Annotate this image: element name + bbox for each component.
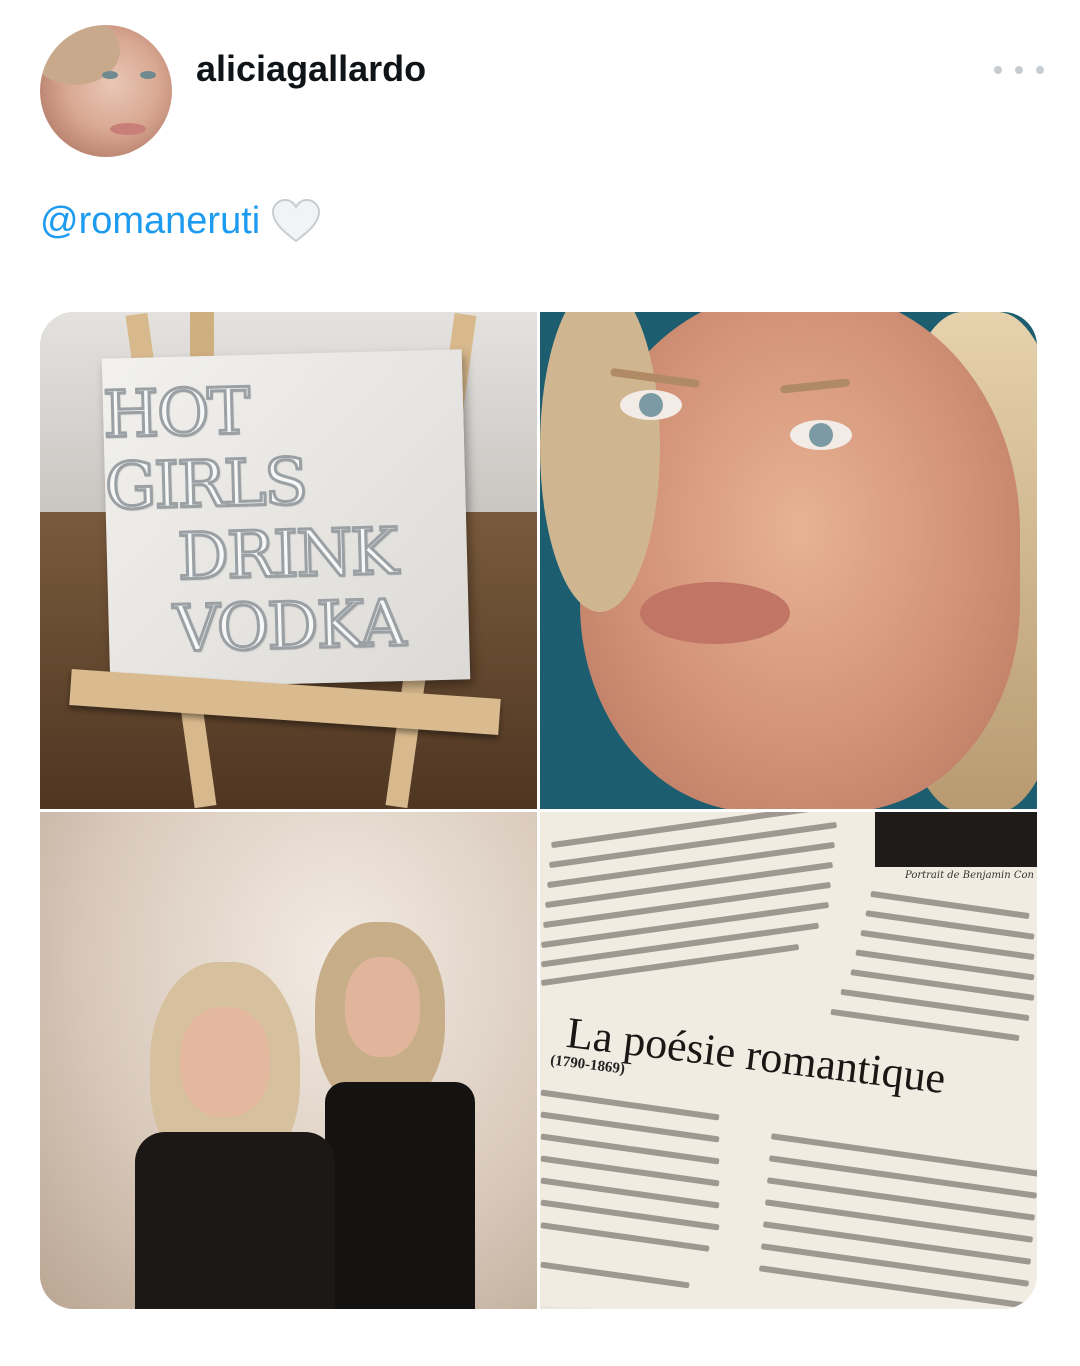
media-image-canvas[interactable]: HOT GIRLS DRINK VODKA [40, 312, 537, 809]
more-dot-icon [1036, 66, 1044, 74]
username[interactable]: aliciagallardo [196, 48, 426, 90]
media-image-selfie[interactable] [540, 312, 1037, 809]
post-text: @romaneruti [40, 196, 322, 246]
book-caption: Portrait de Benjamin Con [905, 870, 1034, 881]
canvas-text-line: HOT GIRLS [101, 373, 309, 526]
more-options-button[interactable] [994, 58, 1044, 82]
rhinestone-canvas: HOT GIRLS DRINK VODKA [101, 349, 471, 689]
mention-link[interactable]: @romaneruti [40, 200, 260, 243]
post-header: aliciagallardo [0, 0, 1080, 170]
avatar[interactable] [40, 25, 172, 157]
more-dot-icon [1015, 66, 1023, 74]
white-heart-icon [272, 198, 321, 243]
canvas-text-line: VODKA [171, 585, 406, 668]
canvas-text-line: DRINK [175, 514, 398, 597]
more-dot-icon [994, 66, 1002, 74]
media-grid: HOT GIRLS DRINK VODKA Portrait de Benjam… [40, 312, 1037, 1309]
media-image-friends[interactable] [40, 812, 537, 1309]
media-image-book[interactable]: Portrait de Benjamin Con La poésie roman… [540, 812, 1037, 1309]
